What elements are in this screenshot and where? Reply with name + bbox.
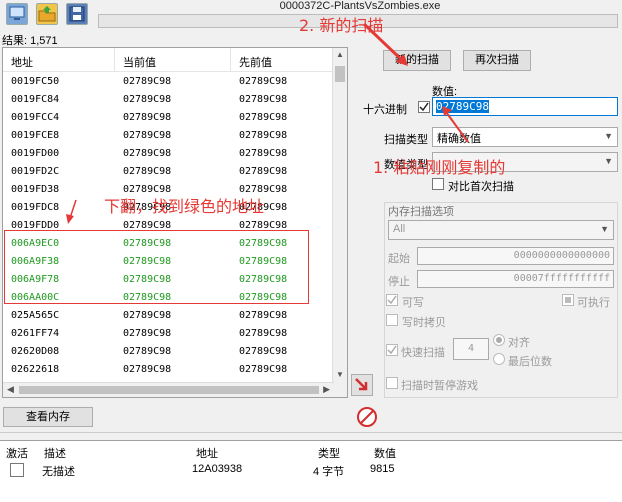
entry-address[interactable]: 12A03938 — [192, 463, 242, 475]
header-active[interactable]: 激活 — [6, 445, 28, 461]
annotation-arrows — [66, 22, 469, 224]
header-address[interactable]: 地址 — [196, 445, 218, 461]
header-value[interactable]: 数值 — [374, 445, 396, 461]
active-checkbox[interactable] — [10, 463, 24, 477]
header-description[interactable]: 描述 — [44, 445, 66, 461]
annotation-new-scan: 2. 新的扫描 — [299, 16, 384, 35]
entry-description[interactable]: 无描述 — [42, 463, 75, 479]
header-type[interactable]: 类型 — [318, 445, 340, 461]
entry-type[interactable]: 4 字节 — [313, 463, 344, 479]
annotation-paste: 1. 粘贴刚刚复制的 — [373, 158, 506, 177]
annotation-find-green: 下翻，找到绿色的地址 — [104, 197, 265, 216]
address-table[interactable]: 激活 描述 地址 类型 数值 无描述 12A03938 4 字节 9815 — [0, 440, 622, 502]
entry-value[interactable]: 9815 — [370, 463, 394, 475]
